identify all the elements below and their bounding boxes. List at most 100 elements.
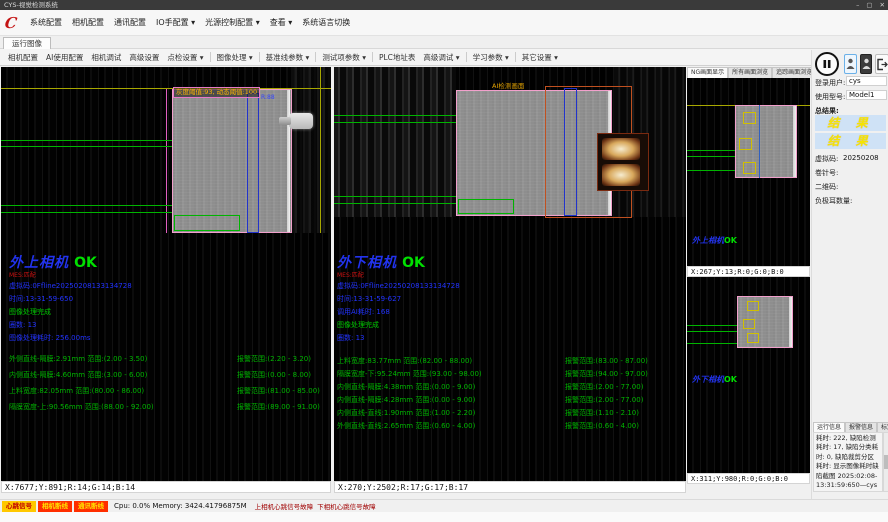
guide-line bbox=[687, 331, 737, 332]
measurement-row: 内侧直线-隔膜:4.28mm 范围:(0.00 - 9.00) 报警范围:(2.… bbox=[337, 394, 659, 407]
process-done-text: 图像处理完成 bbox=[9, 306, 331, 319]
tool-spotcheck-settings[interactable]: 点检设置 ▾ bbox=[163, 50, 207, 65]
detect-box bbox=[743, 162, 756, 174]
coords-readout-upper: X:7677;Y:891;R:14;G:14;B:14 bbox=[1, 481, 331, 493]
tool-other-settings[interactable]: 其它设置 ▾ bbox=[518, 50, 562, 65]
guide-line bbox=[320, 67, 321, 233]
guide-line bbox=[334, 122, 456, 123]
heartbeat-badge: 心跳信号 bbox=[2, 501, 36, 512]
menu-bar: C 系统配置 相机配置 通讯配置 IO手配置 ▾ 光源控制配置 ▾ 查看 ▾ 系… bbox=[0, 10, 888, 36]
image-texture bbox=[334, 67, 456, 217]
user-icon bbox=[846, 58, 855, 70]
user-dark-icon bbox=[862, 58, 871, 70]
mes-status-text: MES:匹配 bbox=[9, 272, 331, 280]
menu-light-config[interactable]: 光源控制配置 ▾ bbox=[200, 14, 265, 31]
user-admin-button[interactable] bbox=[860, 54, 872, 74]
detect-box bbox=[747, 333, 759, 343]
preview-tab-all[interactable]: 所有画面浏览 bbox=[728, 67, 772, 78]
exit-door-icon bbox=[876, 58, 888, 71]
toolbar-separator bbox=[372, 52, 373, 62]
model-input[interactable] bbox=[846, 90, 887, 100]
preview-tab-ng[interactable]: NG画面显示 bbox=[687, 67, 728, 78]
measurement-row: 隔膜宽度-下:95.24mm 范围:(93.00 - 98.00) 报警范围:(… bbox=[337, 368, 659, 381]
ok-status-text: OK bbox=[402, 255, 425, 271]
logout-button[interactable] bbox=[875, 54, 888, 74]
guide-line bbox=[687, 170, 735, 171]
capture-time-text: 时间:13-31-59-650 bbox=[9, 293, 331, 306]
user-login-button[interactable] bbox=[844, 54, 857, 74]
close-icon[interactable]: ✕ bbox=[880, 0, 885, 10]
menu-io-config[interactable]: IO手配置 ▾ bbox=[151, 14, 200, 31]
measurement-row: 上料宽度:82.05mm 范围:(80.00 - 86.00) 报警范围:(81… bbox=[9, 385, 331, 398]
preview-tab-track[interactable]: 追踪画面浏览 bbox=[772, 67, 816, 78]
preview-tab-strip: NG画面显示 所有画面浏览 追踪画面浏览 bbox=[687, 67, 810, 78]
guide-line bbox=[687, 150, 735, 151]
threshold-label: 灰度阈值:93, 动态阈值:100 bbox=[173, 87, 260, 98]
camera-view-upper[interactable]: R:88 灰度阈值:93, 动态阈值:100 外上相机 OK MES:匹配 虚拟… bbox=[1, 67, 331, 481]
tool-learn-params[interactable]: 学习参数 ▾ bbox=[469, 50, 513, 65]
pause-button[interactable] bbox=[815, 52, 839, 76]
minimize-icon[interactable]: – bbox=[856, 0, 859, 10]
measurement-row: 内侧直线-隔膜:4.38mm 范围:(0.00 - 9.00) 报警范围:(2.… bbox=[337, 381, 659, 394]
menu-system-config[interactable]: 系统配置 bbox=[25, 14, 67, 31]
measurement-row: 内侧直线-隔膜:4.60mm 范围:(3.00 - 6.00) 报警范围:(0.… bbox=[9, 369, 331, 382]
tool-test-params[interactable]: 测试项参数 ▾ bbox=[318, 50, 370, 65]
measurement-row: 内侧直线-直线:1.90mm 范围:(1.00 - 2.20) 报警范围:(1.… bbox=[337, 407, 659, 420]
material-edge bbox=[789, 297, 792, 347]
guide-line bbox=[334, 203, 456, 204]
log-text-area[interactable]: 耗时: 222, 缺陷检测耗时: 17, 缺陷分类耗时: 0, 缺陷裁剪分区耗时… bbox=[813, 432, 883, 492]
electrode-tab-glow bbox=[602, 138, 640, 160]
virtual-code-text: 虚拟码:0Ffline20250208133134728 bbox=[9, 280, 331, 293]
tool-ai-config[interactable]: AI使用配置 bbox=[42, 50, 87, 65]
detect-box bbox=[743, 319, 755, 329]
guide-line bbox=[1, 205, 172, 206]
tool-advanced-settings[interactable]: 高级设置 bbox=[125, 50, 163, 65]
detect-box bbox=[458, 199, 514, 214]
tab-run-image[interactable]: 运行图像 bbox=[3, 37, 51, 49]
login-user-input[interactable] bbox=[846, 76, 887, 86]
title-bar[interactable]: CYS-视觉检测系统 – ▢ ✕ bbox=[0, 0, 888, 10]
status-bar: 心跳信号 相机断线 通讯断线 Cpu: 0.0% Memory: 3424.41… bbox=[0, 499, 888, 512]
camera-view-lower[interactable]: AI检测画面 外下相机 OK MES:匹配 虚拟码:0Ffline2025020… bbox=[334, 67, 686, 481]
log-scrollbar[interactable] bbox=[883, 432, 888, 492]
preview-view-lower[interactable]: 外下相机OK bbox=[687, 277, 810, 473]
process-done-text: 图像处理完成 bbox=[337, 319, 659, 332]
pause-icon bbox=[822, 59, 832, 69]
window-title: CYS-视觉检测系统 bbox=[4, 1, 58, 9]
tool-camera-config[interactable]: 相机配置 bbox=[4, 50, 42, 65]
desktop-area bbox=[0, 512, 888, 522]
result-indicator-lower: 结 果 bbox=[815, 133, 886, 149]
menu-view[interactable]: 查看 ▾ bbox=[265, 14, 298, 31]
process-elapsed-text: 图像处理耗时: 256.00ms bbox=[9, 332, 331, 345]
control-panel: 登录用户: 使用型号: 总结果: 结 果 结 果 虚拟码: 20250208 卷… bbox=[811, 50, 888, 499]
maximize-icon[interactable]: ▢ bbox=[866, 0, 872, 10]
detect-box bbox=[174, 215, 240, 231]
menu-language-switch[interactable]: 系统语言切换 bbox=[297, 14, 355, 31]
virtual-code-text: 虚拟码:0Ffline20250208133134728 bbox=[337, 280, 659, 293]
log-scrollbar-thumb[interactable] bbox=[884, 455, 888, 469]
guide-line bbox=[334, 196, 456, 197]
coords-readout-preview-lower: X:311;Y:980;R:0;G:0;B:0 bbox=[687, 473, 810, 484]
tool-baseline-params[interactable]: 基准线参数 ▾ bbox=[262, 50, 314, 65]
tab-strip: 运行图像 bbox=[0, 36, 888, 49]
preview-view-upper[interactable]: 外上相机OK bbox=[687, 78, 810, 266]
tool-image-process[interactable]: 图像处理 ▾ bbox=[213, 50, 257, 65]
comm-offline-badge: 通讯断线 bbox=[74, 501, 108, 512]
detect-box bbox=[739, 138, 752, 150]
tool-advanced-debug[interactable]: 高级调试 ▾ bbox=[419, 50, 463, 65]
loop-count-text: 圈数: 13 bbox=[9, 319, 331, 332]
capture-time-text: 时间:13-31-59-627 bbox=[337, 293, 659, 306]
electrode-tab-glow bbox=[602, 164, 640, 186]
guide-line bbox=[1, 212, 172, 213]
probe-nozzle-tip bbox=[279, 117, 291, 125]
mes-status-text: MES:匹配 bbox=[337, 272, 659, 280]
menu-camera-config[interactable]: 相机配置 bbox=[67, 14, 109, 31]
tool-camera-debug[interactable]: 相机调试 bbox=[87, 50, 125, 65]
probe-nozzle bbox=[289, 113, 313, 129]
qr-code-label: 二维码: bbox=[815, 182, 838, 192]
tool-plc-address[interactable]: PLC地址表 bbox=[375, 50, 419, 65]
neg-tab-count-label: 负极耳数量: bbox=[815, 196, 852, 206]
measurement-row: 外侧直线-直线:2.65mm 范围:(0.60 - 4.00) 报警范围:(0.… bbox=[337, 420, 659, 433]
menu-comm-config[interactable]: 通讯配置 bbox=[109, 14, 151, 31]
coords-readout-preview-upper: X:267;Y:13;R:0;G:0;B:0 bbox=[687, 266, 810, 277]
